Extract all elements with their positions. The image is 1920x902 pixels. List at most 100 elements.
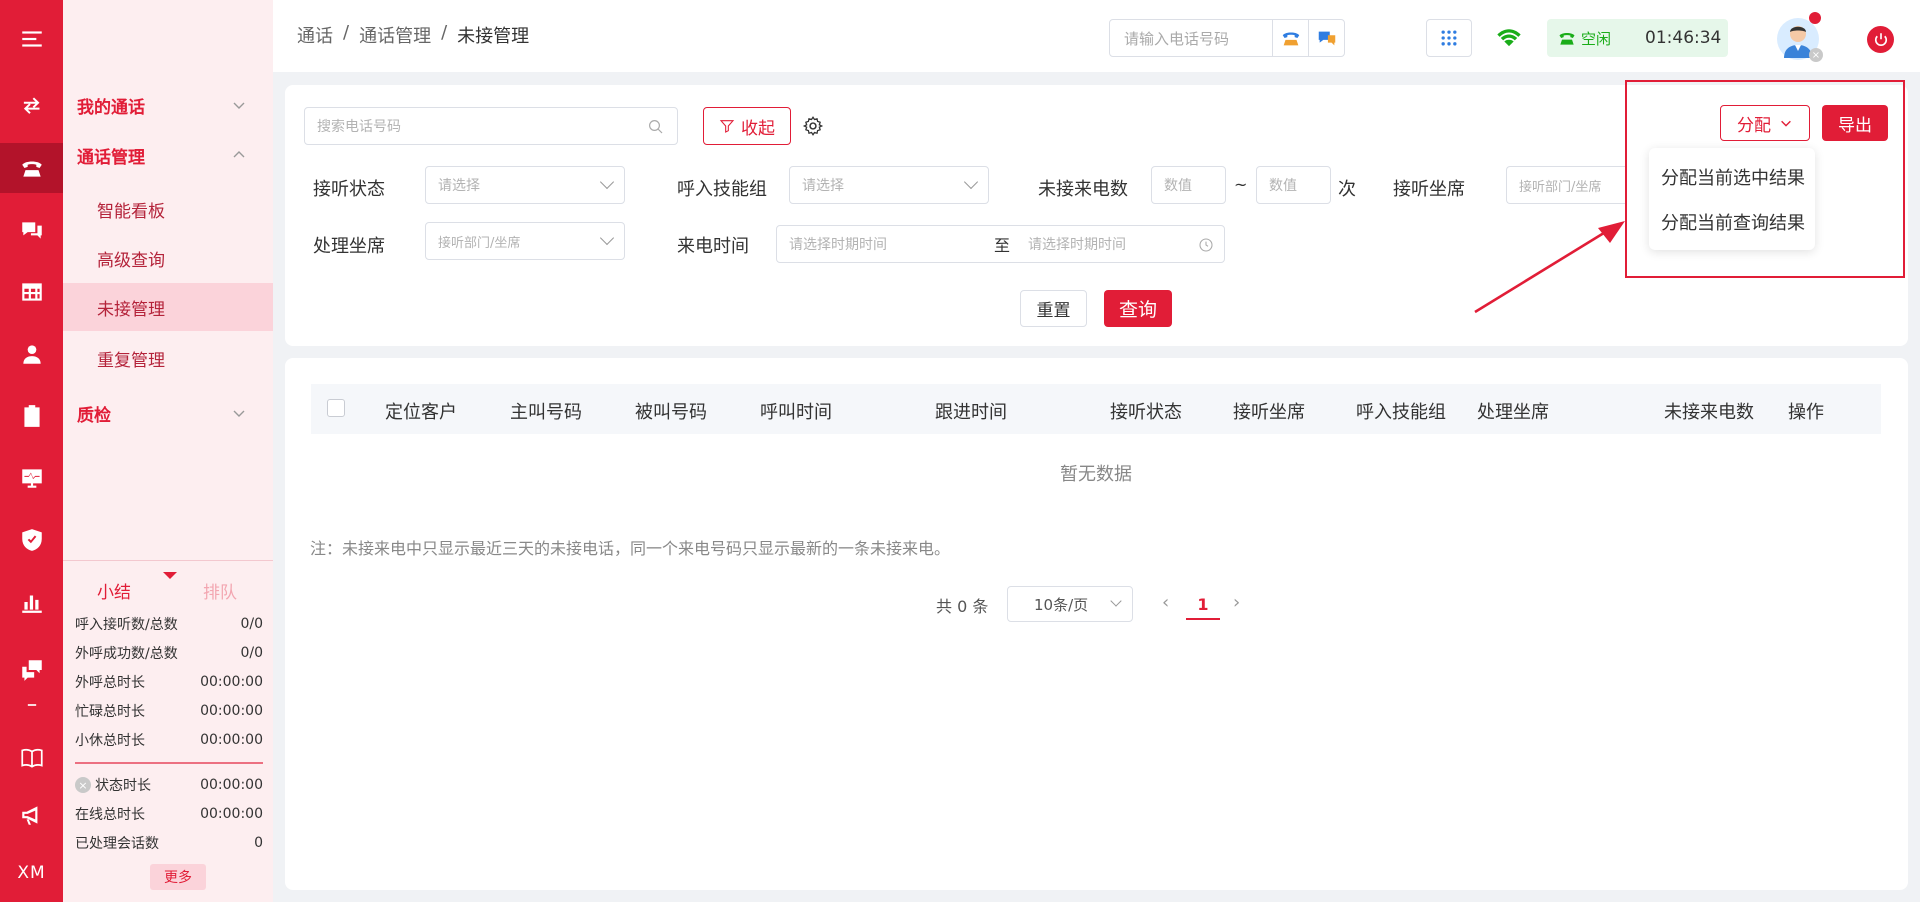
power-icon[interactable]	[1867, 26, 1894, 53]
column-header[interactable]: 跟进时间	[935, 398, 1007, 424]
megaphone-icon[interactable]	[0, 790, 63, 840]
menu-item-dashboard[interactable]: 智能看板	[63, 185, 273, 233]
menu-group-call-management[interactable]: 通话管理	[63, 135, 273, 175]
book-icon[interactable]	[0, 733, 63, 783]
offline-badge-icon: ×	[1809, 48, 1823, 62]
menu-group-quality[interactable]: 质检	[63, 393, 273, 433]
stat-row: 小休总时长 00:00:00	[75, 727, 263, 753]
dialpad-icon[interactable]	[1426, 19, 1472, 57]
search-phone-input[interactable]: 搜索电话号码	[304, 107, 678, 145]
close-icon[interactable]: ×	[75, 777, 91, 793]
missed-count-max-input[interactable]: 数值	[1256, 166, 1331, 204]
message-icon[interactable]	[1308, 20, 1344, 56]
column-header[interactable]: 被叫号码	[635, 398, 707, 424]
phone-icon[interactable]	[0, 143, 63, 193]
pager-current-page[interactable]: 1	[1186, 590, 1220, 620]
phone-input-placeholder[interactable]: 请输入电话号码	[1110, 20, 1272, 56]
icon-rail: XM	[0, 0, 63, 902]
stat-label: 已处理会话数	[75, 836, 159, 852]
column-header[interactable]: 定位客户	[385, 398, 457, 424]
chevron-down-icon	[599, 230, 615, 246]
nav-menu: 我的通话 通话管理 智能看板 高级查询 未接管理 重复管理 质检 小结 排队 呼…	[63, 0, 273, 902]
dial-icon[interactable]	[1272, 20, 1308, 56]
shield-icon[interactable]	[0, 515, 63, 565]
column-header[interactable]: 呼入技能组	[1356, 398, 1446, 424]
select-all-checkbox[interactable]	[327, 399, 345, 417]
stat-label: 呼入接听数/总数	[75, 617, 178, 633]
next-page-icon[interactable]: ›	[1233, 592, 1240, 613]
answer-status-select[interactable]: 请选择	[425, 166, 625, 204]
menu-group-label: 通话管理	[77, 147, 145, 168]
stat-value: 00:00:00	[200, 806, 263, 822]
menu-group-label: 质检	[77, 405, 111, 426]
menu-icon[interactable]	[0, 14, 63, 64]
stat-value: 0/0	[240, 616, 263, 632]
logo-text: XM	[17, 863, 46, 883]
stat-row: 忙碌总时长 00:00:00	[75, 698, 263, 724]
breadcrumb-current: 未接管理	[457, 26, 530, 47]
comments-icon[interactable]	[0, 645, 63, 695]
stat-label: 外呼成功数/总数	[75, 646, 178, 662]
bar-chart-icon[interactable]	[0, 577, 63, 627]
stat-value: 0	[254, 835, 263, 851]
stat-label: 状态时长	[95, 778, 151, 794]
phone-status-icon	[1559, 33, 1575, 45]
start-time-placeholder[interactable]: 请选择时期时间	[789, 234, 887, 254]
column-header[interactable]: 主叫号码	[510, 398, 582, 424]
clock-icon	[1199, 238, 1213, 252]
avatar[interactable]: ×	[1777, 12, 1823, 62]
collapse-button[interactable]: 收起	[703, 107, 791, 145]
end-time-placeholder[interactable]: 请选择时期时间	[1028, 234, 1126, 254]
notification-dot	[1809, 12, 1821, 24]
breadcrumb-item[interactable]: 通话	[297, 22, 333, 48]
tab-indicator	[163, 572, 177, 579]
menu-item-advanced-query[interactable]: 高级查询	[63, 234, 273, 282]
query-button[interactable]: 查询	[1104, 290, 1172, 327]
tab-summary[interactable]: 小结	[97, 578, 131, 603]
search-placeholder: 搜索电话号码	[317, 119, 401, 135]
agent-status[interactable]: 空闲 01:46:34	[1547, 19, 1728, 57]
range-separator: ~	[1234, 175, 1248, 194]
handle-agent-select[interactable]: 接听部门/坐席	[425, 222, 625, 260]
menu-item-repeat-management[interactable]: 重复管理	[63, 334, 273, 382]
tab-queue[interactable]: 排队	[203, 578, 237, 603]
breadcrumb-item[interactable]: 通话管理	[359, 22, 431, 48]
missed-count-min-input[interactable]: 数值	[1151, 166, 1226, 204]
answer-status-label: 接听状态	[313, 179, 385, 200]
chevron-down-icon	[599, 174, 615, 190]
menu-item-missed-management[interactable]: 未接管理	[63, 283, 273, 331]
phone-number-input[interactable]: 请输入电话号码	[1109, 19, 1345, 57]
filter-icon	[719, 120, 735, 133]
more-button[interactable]: 更多	[150, 864, 206, 890]
user-icon[interactable]	[0, 329, 63, 379]
stat-label: 小休总时长	[75, 733, 145, 749]
column-header[interactable]: 呼叫时间	[760, 398, 832, 424]
stat-value: 00:00:00	[200, 674, 263, 690]
skill-group-select[interactable]: 请选择	[789, 166, 989, 204]
chat-icon[interactable]	[0, 205, 63, 255]
stat-row: 呼入接听数/总数 0/0	[75, 611, 263, 637]
page-size-select[interactable]: 10条/页	[1007, 586, 1133, 622]
answer-agent-select[interactable]: 接听部门/坐席	[1506, 166, 1625, 204]
menu-group-my-calls[interactable]: 我的通话	[63, 85, 273, 125]
column-header[interactable]: 处理坐席	[1477, 398, 1549, 424]
monitor-icon[interactable]	[0, 453, 63, 503]
transfer-icon[interactable]	[0, 81, 63, 131]
collapse-label: 收起	[741, 118, 775, 139]
column-header[interactable]: 接听坐席	[1233, 398, 1305, 424]
reset-button[interactable]: 重置	[1020, 290, 1087, 327]
column-header[interactable]: 未接来电数	[1664, 398, 1754, 424]
top-header: 通话 / 通话管理 / 未接管理 请输入电话号码 空闲 01:46:34 ×	[273, 0, 1920, 72]
table-icon[interactable]	[0, 267, 63, 317]
missed-count-label: 未接来电数	[1038, 179, 1128, 200]
chevron-down-icon	[1110, 595, 1122, 607]
column-header[interactable]: 接听状态	[1110, 398, 1182, 424]
call-time-label: 来电时间	[677, 236, 749, 257]
clipboard-icon[interactable]	[0, 391, 63, 441]
count-unit: 次	[1338, 179, 1356, 200]
menu-group-label: 我的通话	[77, 97, 145, 118]
prev-page-icon[interactable]: ‹	[1162, 592, 1169, 613]
empty-state: 暂无数据	[1060, 464, 1132, 485]
call-time-range[interactable]: 请选择时期时间 至 请选择时期时间	[776, 225, 1225, 263]
gear-icon[interactable]	[802, 115, 824, 141]
